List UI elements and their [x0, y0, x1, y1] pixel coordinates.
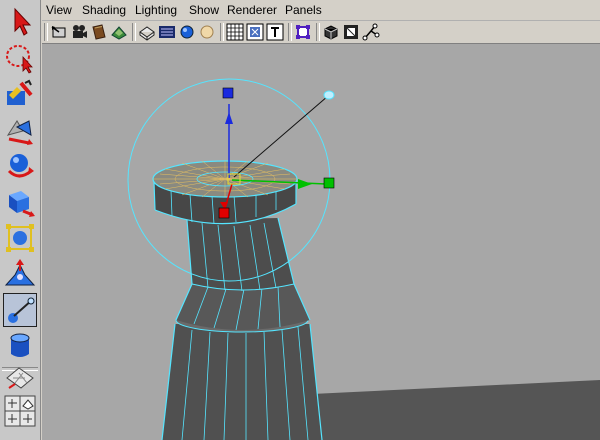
panel-toolbar [42, 21, 600, 44]
move-tool-icon[interactable] [3, 113, 37, 147]
mid-ring-mesh[interactable] [175, 283, 311, 331]
image-plane-icon[interactable] [110, 23, 128, 41]
rotate-tool-icon[interactable] [3, 149, 37, 183]
use-lights-icon[interactable] [198, 23, 216, 41]
resolution-gate-icon[interactable] [246, 23, 264, 41]
four-view-layout-icon[interactable] [3, 394, 37, 428]
toolbar-divider [316, 23, 320, 41]
paint-select-tool-icon[interactable] [3, 77, 37, 111]
perspective-viewport[interactable] [42, 44, 600, 440]
scene-canvas[interactable] [42, 44, 600, 440]
textured-shading-icon[interactable] [178, 23, 196, 41]
toolbar-divider [220, 23, 224, 41]
scale-tool-icon[interactable] [3, 185, 37, 219]
panel-menu-bar: View Shading Lighting Show Renderer Pane… [42, 0, 600, 21]
soft-modification-tool-icon[interactable] [3, 257, 37, 291]
menu-renderer[interactable]: Renderer [227, 3, 277, 17]
isolate-select-icon[interactable] [294, 23, 312, 41]
select-camera-icon[interactable] [50, 23, 68, 41]
hud-icon[interactable] [362, 23, 380, 41]
select-tool-icon[interactable] [3, 5, 37, 39]
camera-attributes-icon[interactable] [70, 23, 88, 41]
wireframe-shading-icon[interactable] [138, 23, 156, 41]
toolbar-divider [132, 23, 136, 41]
menu-show[interactable]: Show [189, 3, 219, 17]
toolbox [0, 0, 41, 440]
menu-view[interactable]: View [46, 3, 72, 17]
safe-title-icon[interactable] [266, 23, 284, 41]
ground-plane [312, 380, 600, 440]
universal-manipulator-icon[interactable] [3, 221, 37, 255]
show-manipulator-tool-icon[interactable] [3, 293, 37, 327]
bookmarks-icon[interactable] [90, 23, 108, 41]
light-aim-handle[interactable] [323, 90, 335, 100]
smooth-shading-icon[interactable] [158, 23, 176, 41]
menu-shading[interactable]: Shading [82, 3, 126, 17]
menu-panels[interactable]: Panels [285, 3, 322, 17]
grid-icon[interactable] [226, 23, 244, 41]
xray-icon[interactable] [322, 23, 340, 41]
backface-icon[interactable] [342, 23, 360, 41]
light-direction-line [233, 95, 329, 178]
toolbar-divider [288, 23, 292, 41]
menu-lighting[interactable]: Lighting [135, 3, 177, 17]
single-perspective-layout-icon[interactable] [3, 358, 37, 392]
lasso-tool-icon[interactable] [3, 41, 37, 75]
toolbar-divider [44, 23, 48, 41]
